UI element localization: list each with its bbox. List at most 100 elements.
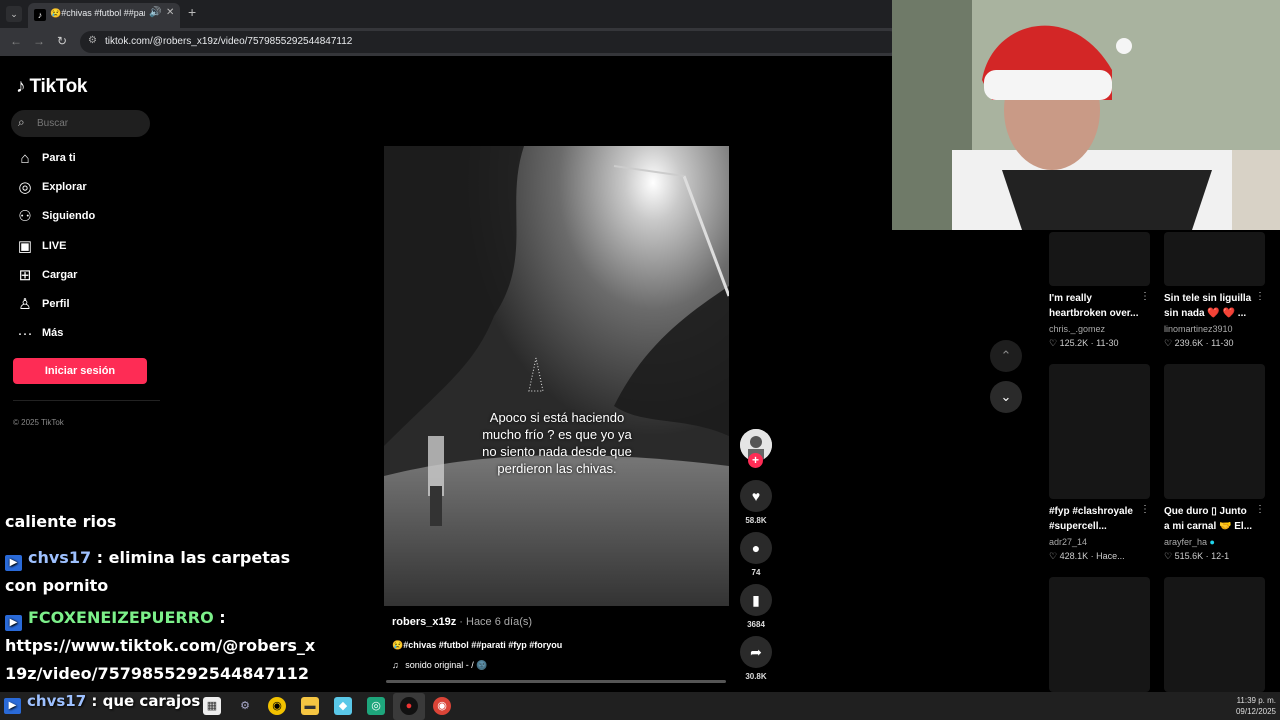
chevron-down-icon: ⌄ xyxy=(1000,389,1012,404)
chat-badge-icon: ▶ xyxy=(5,555,22,571)
related-thumbnail[interactable] xyxy=(1049,364,1150,499)
back-arrow-icon[interactable]: ← xyxy=(10,34,22,48)
clock-time: 11:39 p. m. xyxy=(1236,696,1276,705)
chat-username: chvs17 xyxy=(28,548,92,567)
related-thumbnail[interactable] xyxy=(1164,577,1265,692)
chat-separator: : xyxy=(91,548,109,567)
browser-app-icon[interactable]: ◉ xyxy=(268,697,286,715)
related-title[interactable]: I'm really heartbroken over... xyxy=(1049,291,1144,321)
upload-icon: ⊞ xyxy=(18,267,32,284)
new-tab-icon[interactable]: + xyxy=(188,4,196,20)
music-note-icon: ♫ xyxy=(392,660,399,670)
search-input[interactable]: ⌕ Buscar xyxy=(11,110,150,137)
nav-item-siguiendo[interactable]: ⚇ Siguiendo xyxy=(16,205,95,227)
nav-label: Perfil xyxy=(42,298,70,310)
follow-plus-icon[interactable]: + xyxy=(748,453,763,468)
tiktok-favicon-icon: ♪ xyxy=(34,9,46,21)
related-author[interactable]: adr27_14 xyxy=(1049,537,1087,547)
chevron-up-icon: ⌃ xyxy=(1000,348,1012,363)
forward-arrow-icon[interactable]: → xyxy=(33,34,45,48)
related-stats: ♡ 239.6K · 11-30 xyxy=(1164,338,1234,348)
system-clock[interactable]: 11:39 p. m. 09/12/2025 xyxy=(1236,695,1276,717)
nav-item-perfil[interactable]: ♙ Perfil xyxy=(16,293,70,315)
compass-icon: ◎ xyxy=(18,179,32,196)
related-stats: ♡ 428.1K · Hace... xyxy=(1049,551,1125,561)
site-info-icon[interactable]: ⚙ xyxy=(88,35,97,46)
chat-text-cont: 19z/video/7579855292544847112 xyxy=(5,664,309,683)
chat-message: ▶ FCOXENEIZEPUERRO : https://www.tiktok.co… xyxy=(5,604,315,688)
related-thumbnail[interactable] xyxy=(1164,232,1265,286)
nav-label: Para ti xyxy=(42,152,76,164)
nav-item-cargar[interactable]: ⊞ Cargar xyxy=(16,264,78,286)
more-options-icon[interactable]: ⋮ xyxy=(1255,291,1265,302)
reload-icon[interactable]: ↻ xyxy=(57,34,67,48)
verified-icon: ● xyxy=(1209,537,1215,547)
more-options-icon[interactable]: ⋮ xyxy=(1140,504,1150,515)
share-icon: ➦ xyxy=(750,644,762,660)
author-name[interactable]: robers_x19z xyxy=(392,616,456,628)
previous-video-button[interactable]: ⌃ xyxy=(990,340,1022,372)
related-thumbnail[interactable] xyxy=(1049,577,1150,692)
home-icon: ⌂ xyxy=(20,149,30,167)
nav-item-explorar[interactable]: ◎ Explorar xyxy=(16,176,87,198)
comment-count: 74 xyxy=(751,568,761,577)
next-video-button[interactable]: ⌄ xyxy=(990,381,1022,413)
sound-line[interactable]: ♫ sonido original - / 🌚 xyxy=(392,660,488,671)
video-progress-bar[interactable] xyxy=(386,680,726,683)
webcam-image xyxy=(892,0,1280,230)
nav-label: Más xyxy=(42,327,64,339)
like-button[interactable]: ♥ xyxy=(740,480,772,512)
nav-item-live[interactable]: ▣ LIVE xyxy=(16,235,67,257)
related-stats: ♡ 125.2K · 11-30 xyxy=(1049,338,1119,348)
settings-icon[interactable]: ⚙ xyxy=(236,697,254,715)
video-player[interactable] xyxy=(384,146,729,606)
share-button[interactable]: ➦ xyxy=(740,636,772,668)
profile-icon: ♙ xyxy=(18,296,32,313)
related-title[interactable]: Sin tele sin liguilla sin nada ❤️ ❤️ ... xyxy=(1164,291,1259,321)
related-author[interactable]: arayfer_ha ● xyxy=(1164,537,1215,547)
obs-icon[interactable]: ● xyxy=(400,697,418,715)
audio-playing-icon[interactable]: 🔊 xyxy=(149,7,161,18)
related-thumbnail[interactable] xyxy=(1049,232,1150,286)
related-title[interactable]: Que duro ▯ Junto a mi carnal 🤝 El... xyxy=(1164,504,1259,534)
nav-label: Explorar xyxy=(42,181,87,193)
related-thumbnail[interactable] xyxy=(1164,364,1265,499)
chrome-icon[interactable]: ◉ xyxy=(433,697,451,715)
more-options-icon[interactable]: ⋮ xyxy=(1255,504,1265,515)
brand-name: TikTok xyxy=(29,76,88,97)
save-button[interactable]: ▮ xyxy=(740,584,772,616)
related-author[interactable]: linomartinez3910 xyxy=(1164,324,1233,334)
login-button[interactable]: Iniciar sesión xyxy=(13,358,147,384)
more-options-icon[interactable]: ⋮ xyxy=(1140,291,1150,302)
nav-item-para-ti[interactable]: ⌂ Para ti xyxy=(16,147,76,169)
notes-app-icon[interactable]: ◆ xyxy=(334,697,352,715)
related-author[interactable]: chris._.gomez xyxy=(1049,324,1105,334)
heart-icon: ♥ xyxy=(751,488,761,504)
share-count: 30.8K xyxy=(745,672,767,681)
close-tab-icon[interactable]: ✕ xyxy=(166,7,174,18)
search-placeholder: Buscar xyxy=(37,118,69,129)
chat-separator: : xyxy=(86,692,103,710)
related-title[interactable]: #fyp #clashroyale #supercell... xyxy=(1049,504,1144,534)
nav-item-mas[interactable]: ··· Más xyxy=(16,322,64,344)
more-icon: ··· xyxy=(17,324,33,342)
chat-app-icon[interactable]: ◎ xyxy=(367,697,385,715)
url-text[interactable]: tiktok.com/@robers_x19z/video/7579855292… xyxy=(105,36,352,47)
bookmark-icon: ▮ xyxy=(752,592,760,608)
tab-search-icon[interactable]: ⌄ xyxy=(6,6,22,22)
chat-text-cont: con pornito xyxy=(5,576,109,595)
address-bar[interactable]: ⚙ tiktok.com/@robers_x19z/video/75798552… xyxy=(80,31,900,53)
browser-tab[interactable]: ♪ 😢#chivas #futbol ##parati 🔊 ✕ xyxy=(28,3,180,28)
save-count: 3684 xyxy=(747,620,765,629)
like-count: 58.8K xyxy=(745,516,767,525)
comment-icon: ● xyxy=(751,540,761,556)
following-icon: ⚇ xyxy=(18,208,32,225)
live-icon: ▣ xyxy=(17,238,33,255)
tiktok-logo[interactable]: ♪ TikTok xyxy=(16,76,87,98)
comment-button[interactable]: ● xyxy=(740,532,772,564)
video-hashtags[interactable]: 😢#chivas #futbol ##parati #fyp #foryou xyxy=(392,640,562,651)
store-icon[interactable]: ▦ xyxy=(203,697,221,715)
webcam-overlay xyxy=(892,0,1280,230)
nav-label: Siguiendo xyxy=(42,210,96,222)
file-explorer-icon[interactable]: ▬ xyxy=(301,697,319,715)
